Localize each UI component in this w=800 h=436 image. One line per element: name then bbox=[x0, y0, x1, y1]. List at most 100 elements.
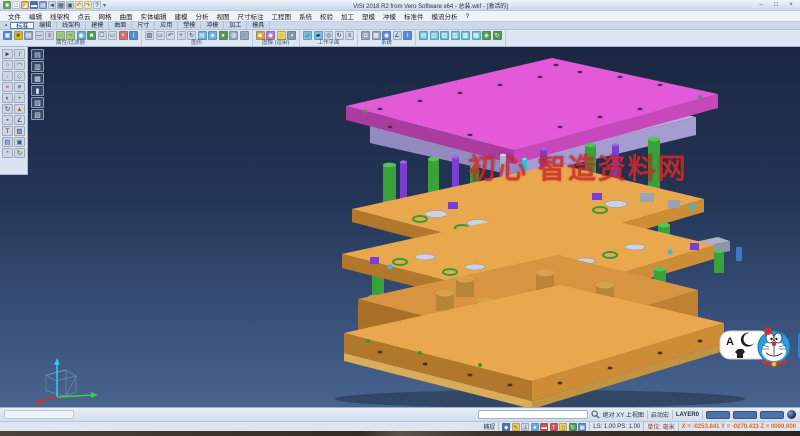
tab-3[interactable]: 建模 bbox=[86, 22, 109, 29]
status-icon-text-style[interactable]: T bbox=[550, 423, 558, 431]
ribbon-icon-filter-solids[interactable]: ■ bbox=[87, 31, 96, 40]
layer-indicator[interactable]: LAYER0 bbox=[676, 412, 699, 418]
float-tool-floating-tool-6[interactable]: ▨ bbox=[31, 109, 44, 120]
ribbon-icon-deselect[interactable]: × bbox=[119, 31, 128, 40]
ribbon-icon-properties[interactable]: i bbox=[129, 31, 138, 40]
globe-icon[interactable] bbox=[787, 410, 796, 419]
ribbon-icon-view-top[interactable]: ▤ bbox=[419, 31, 428, 40]
tab-6[interactable]: 应用 bbox=[155, 22, 178, 29]
ribbon-icon-zoom-window[interactable]: ▭ bbox=[156, 31, 165, 40]
viewport-3d[interactable]: 初心 智造资料网 A bbox=[0, 47, 800, 407]
ribbon-icon-workplane-rotate[interactable]: ↻ bbox=[335, 31, 344, 40]
left-tool-delete[interactable]: ▪ bbox=[2, 115, 13, 125]
left-tool-measure[interactable]: ∠ bbox=[14, 115, 25, 125]
ribbon-icon-snap[interactable]: ◉ bbox=[382, 31, 391, 40]
ribbon-icon-workplane-create[interactable]: ▱ bbox=[303, 31, 312, 40]
menu-item-11[interactable]: 工程图 bbox=[268, 11, 296, 21]
ribbon-icon-layers[interactable]: ▤ bbox=[24, 31, 33, 40]
ribbon-icon-view-right[interactable]: ▨ bbox=[440, 31, 449, 40]
qa-icon-copy[interactable]: ▣ bbox=[66, 1, 74, 9]
model-3d-mold-assembly[interactable] bbox=[0, 47, 800, 407]
left-tool-layer-manager[interactable]: ▤ bbox=[2, 137, 13, 147]
status-icon-sync[interactable]: ↻ bbox=[569, 423, 577, 431]
ribbon-icon-line-type[interactable]: — bbox=[35, 31, 44, 40]
ribbon-icon-filter-points[interactable]: · bbox=[56, 31, 65, 40]
qa-icon-undo[interactable]: ↶ bbox=[75, 1, 83, 9]
qa-icon-save[interactable]: ▬ bbox=[30, 1, 38, 9]
status-icon-transport[interactable]: ▬ bbox=[540, 423, 548, 431]
left-tool-point[interactable]: · bbox=[2, 71, 13, 81]
float-tool-floating-tool-3[interactable]: ▦ bbox=[31, 73, 44, 84]
left-tool-polyline[interactable]: ◇ bbox=[14, 71, 25, 81]
left-tool-rotate[interactable]: ↻ bbox=[2, 104, 13, 114]
ribbon-icon-workplane-origin[interactable]: ◎ bbox=[324, 31, 333, 40]
ribbon-icon-thickness[interactable]: ≡ bbox=[45, 31, 54, 40]
status-icon-edit-pencil[interactable]: ✎ bbox=[512, 423, 520, 431]
float-tool-floating-tool-5[interactable]: ▧ bbox=[31, 97, 44, 108]
float-tool-floating-tool-2[interactable]: ▥ bbox=[31, 61, 44, 72]
ribbon-icon-lights[interactable]: ○ bbox=[277, 31, 286, 40]
ribbon-icon-zoom-fit[interactable]: ▧ bbox=[145, 31, 154, 40]
left-tool-arc[interactable]: ◠ bbox=[14, 60, 25, 70]
status-icon-user[interactable]: ● bbox=[531, 423, 539, 431]
ribbon-icon-pan-view[interactable]: + bbox=[177, 31, 186, 40]
snap-label[interactable]: 捕捉 bbox=[483, 422, 495, 431]
tab-10[interactable]: 模具 bbox=[247, 22, 270, 29]
float-tool-floating-tool-4[interactable]: ▮ bbox=[31, 85, 44, 96]
ribbon-icon-filter-curves[interactable]: ~ bbox=[66, 31, 75, 40]
ribbon-icon-measure[interactable]: ∠ bbox=[393, 31, 402, 40]
command-input[interactable] bbox=[478, 410, 588, 419]
status-status-button-3[interactable] bbox=[760, 411, 784, 419]
ribbon-icon-render[interactable]: ◙ bbox=[256, 31, 265, 40]
left-tool-move[interactable]: + bbox=[14, 93, 25, 103]
tab-7[interactable]: 塑模 bbox=[178, 22, 201, 29]
left-tool-line[interactable]: / bbox=[14, 49, 25, 59]
menu-item-15[interactable]: 塑模 bbox=[358, 11, 379, 21]
status-icon-snap-toggle[interactable]: ◆ bbox=[502, 423, 510, 431]
menu-item-18[interactable]: 模流分析 bbox=[428, 11, 462, 21]
left-tool-offset[interactable]: ≡ bbox=[14, 82, 25, 92]
window-button-minimize[interactable]: – bbox=[755, 1, 767, 9]
search-icon[interactable] bbox=[591, 410, 600, 419]
ribbon-icon-workplane-align[interactable]: ▰ bbox=[314, 31, 323, 40]
menu-item-17[interactable]: 标准件 bbox=[400, 11, 428, 21]
ribbon-icon-hidden-line-mode[interactable]: ◌ bbox=[240, 31, 249, 40]
qa-icon-print[interactable]: ▦ bbox=[57, 1, 65, 9]
menu-item-2[interactable]: 线架构 bbox=[46, 11, 74, 21]
ribbon-icon-attributes[interactable]: ▣ bbox=[3, 31, 12, 40]
qa-icon-new-file[interactable]: □ bbox=[12, 1, 20, 9]
menu-item-0[interactable]: 文件 bbox=[4, 11, 25, 21]
ribbon-icon-select-window[interactable]: ▭ bbox=[108, 31, 117, 40]
ribbon-icon-materials[interactable]: ◆ bbox=[266, 31, 275, 40]
menu-item-13[interactable]: 校验 bbox=[316, 11, 337, 21]
qa-icon-redo[interactable]: ↷ bbox=[84, 1, 92, 9]
left-tool-refresh[interactable]: ↻ bbox=[14, 148, 25, 158]
menu-item-7[interactable]: 建模 bbox=[171, 11, 192, 21]
menu-item-14[interactable]: 加工 bbox=[337, 11, 358, 21]
qa-icon-open-folder[interactable]: ◪ bbox=[21, 1, 29, 9]
left-tool-hatch[interactable]: ▨ bbox=[14, 126, 25, 136]
menu-item-9[interactable]: 视图 bbox=[213, 11, 234, 21]
ribbon-icon-color-swatch[interactable]: ■ bbox=[14, 31, 23, 40]
ribbon-icon-grid[interactable]: ▦ bbox=[372, 31, 381, 40]
status-status-button-2[interactable] bbox=[733, 411, 757, 419]
tab-4[interactable]: 曲面 bbox=[109, 22, 132, 29]
left-tool-mirror[interactable]: ◐ bbox=[2, 93, 13, 103]
left-tool-text[interactable]: T bbox=[2, 126, 13, 136]
ribbon-icon-view-back[interactable]: ▩ bbox=[461, 31, 470, 40]
menu-item-6[interactable]: 实体编辑 bbox=[137, 11, 171, 21]
ribbon-icon-view-front[interactable]: ▤ bbox=[198, 31, 207, 40]
ribbon-icon-view-isometric[interactable]: ◈ bbox=[482, 31, 491, 40]
left-tool-group[interactable]: ▣ bbox=[14, 137, 25, 147]
tab-0[interactable]: 标准 bbox=[10, 22, 34, 29]
tab-9[interactable]: 加工 bbox=[224, 22, 247, 29]
ribbon-icon-select-all[interactable]: ☐ bbox=[98, 31, 107, 40]
ribbon-icon-zoom-previous[interactable]: ↶ bbox=[166, 31, 175, 40]
status-icon-grid-snap[interactable]: ▦ bbox=[578, 423, 586, 431]
ribbon-icon-filter-faces[interactable]: ◆ bbox=[77, 31, 86, 40]
ribbon-icon-workplane-list[interactable]: ≡ bbox=[345, 31, 354, 40]
ribbon-icon-rotate-view[interactable]: ↻ bbox=[187, 31, 196, 40]
tab-1[interactable]: 编辑 bbox=[34, 22, 57, 29]
left-tool-select[interactable]: ► bbox=[2, 49, 13, 59]
ribbon-icon-wireframe-mode[interactable]: ◍ bbox=[229, 31, 238, 40]
